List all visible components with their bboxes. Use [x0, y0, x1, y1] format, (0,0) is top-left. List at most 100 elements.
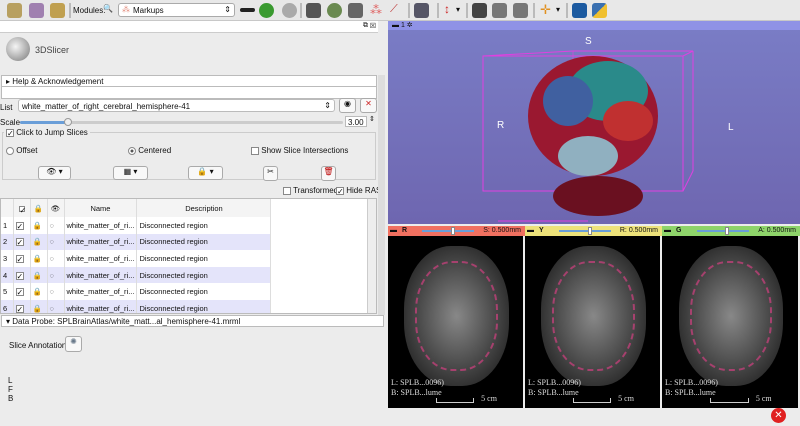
eye-icon[interactable]: ◌	[47, 299, 65, 313]
transformed-checkbox[interactable]: Transformed	[283, 186, 338, 195]
markup-name[interactable]: white_matter_of_ri...	[64, 299, 138, 313]
search-icon[interactable]: 🔍	[103, 4, 113, 13]
panel-scrollbar[interactable]	[378, 75, 385, 315]
scale-slider[interactable]	[20, 118, 343, 126]
eye-icon[interactable]: ◌	[47, 233, 65, 251]
lock-menu-button[interactable]: 🔒 ▾	[188, 166, 223, 180]
markup-name[interactable]: white_matter_of_ri...	[64, 233, 138, 251]
forward-icon[interactable]	[282, 3, 297, 18]
slice-view[interactable]: L: SPLB...0096) B: SPLB...lume 5 cm	[525, 236, 660, 408]
fiducial-icon[interactable]: ✛	[540, 2, 551, 18]
pin-icon[interactable]: ▬	[390, 226, 397, 236]
markup-name[interactable]: white_matter_of_ri...	[64, 250, 138, 267]
markup-description[interactable]: Disconnected region	[136, 250, 272, 267]
lock-icon[interactable]: 🔒	[30, 266, 48, 284]
table-row[interactable]: 3 ✓ 🔒 ◌ white_matter_of_ri... Disconnected re…	[1, 250, 272, 267]
markup-description[interactable]: Disconnected region	[136, 299, 272, 313]
hide-ras-checkbox[interactable]: ✓ Hide RAS	[336, 186, 381, 195]
description-header[interactable]: Description	[136, 199, 272, 217]
markup-name[interactable]: white_matter_of_ri...	[64, 266, 138, 284]
slice-view[interactable]: L: SPLB...0096) B: SPLB...lume 5 cm	[662, 236, 798, 408]
slice-controller[interactable]: ▬ R S: 0.500mm	[388, 226, 525, 236]
help-section[interactable]: ▸ Help & Acknowledgement	[1, 75, 377, 87]
dcm-icon[interactable]	[29, 3, 44, 18]
chevron-down-icon[interactable]: ▾	[456, 5, 460, 14]
module-select[interactable]: ⁂ Markups ⇕	[118, 3, 235, 17]
table-row[interactable]: 5 ✓ 🔒 ◌ white_matter_of_ri... Disconnected re…	[1, 283, 272, 300]
table-row[interactable]: 6 ✓ 🔒 ◌ white_matter_of_ri... Disconnected re…	[1, 299, 272, 313]
slider-handle[interactable]	[64, 118, 73, 126]
save-icon[interactable]	[50, 3, 65, 18]
show-intersections-checkbox[interactable]: Show Slice Intersections	[251, 146, 348, 155]
ruler-icon[interactable]: ⟋	[390, 3, 398, 16]
select-checkbox[interactable]: ✓	[13, 266, 31, 284]
spin-arrows-icon[interactable]: ⇕	[369, 115, 375, 123]
markup-name[interactable]: white_matter_of_ri...	[64, 217, 138, 234]
data-icon[interactable]	[7, 3, 22, 18]
eye-icon[interactable]: ◌	[47, 266, 65, 284]
screenshot-icon[interactable]	[472, 3, 487, 18]
markup-description[interactable]: Disconnected region	[136, 266, 272, 284]
table-row[interactable]: 4 ✓ 🔒 ◌ white_matter_of_ri... Disconnected re…	[1, 266, 272, 284]
scene-icon[interactable]	[492, 3, 507, 18]
3d-view[interactable]: ▬ 1 ✲ S R L	[388, 21, 800, 224]
markup-description[interactable]: Disconnected region	[136, 217, 272, 234]
float-icon[interactable]: ⧉	[363, 22, 368, 30]
view-icon[interactable]	[240, 8, 255, 12]
offset-radio[interactable]: Offset	[6, 146, 37, 155]
list-select[interactable]: white_matter_of_right_cerebral_hemispher…	[18, 99, 335, 112]
data-probe-section[interactable]: ▾ Data Probe: SPLBrainAtlas/white_matt..…	[1, 315, 384, 327]
lock-icon[interactable]: 🔒	[30, 217, 48, 234]
lock-icon[interactable]: 🔒	[30, 283, 48, 300]
close-icon[interactable]: ☒	[370, 22, 376, 30]
slice-controller[interactable]: ▬ Y R: 0.500mm	[525, 226, 662, 236]
slice-offset-slider[interactable]	[559, 227, 612, 235]
color-menu-button[interactable]: ▦ ▾	[113, 166, 148, 180]
pin-icon[interactable]: ▬	[664, 226, 671, 236]
scene-view-icon[interactable]	[513, 3, 528, 18]
select-all-checkbox[interactable]: ✓	[13, 199, 31, 217]
markup-name[interactable]: white_matter_of_ri...	[64, 283, 138, 300]
table-row[interactable]: 1 ✓ 🔒 ◌ white_matter_of_ri... Disconnected re…	[1, 217, 272, 234]
slice-offset-slider[interactable]	[422, 227, 475, 235]
slice-view[interactable]: L: SPLB...0096) B: SPLB...lume 5 cm	[388, 236, 523, 408]
scale-spinbox[interactable]: 3.00	[345, 116, 367, 127]
brain-icon[interactable]	[327, 3, 342, 18]
cube-icon[interactable]	[306, 3, 321, 18]
centered-radio[interactable]: Centered	[128, 146, 171, 155]
select-checkbox[interactable]: ✓	[13, 217, 31, 234]
table-row[interactable]: 2 ✓ 🔒 ◌ white_matter_of_ri... Disconnected re…	[1, 233, 272, 251]
pin-icon[interactable]: ▬	[527, 226, 534, 236]
lock-icon[interactable]: 🔒	[30, 250, 48, 267]
layout-icon[interactable]	[414, 3, 429, 18]
markup-description[interactable]: Disconnected region	[136, 233, 272, 251]
eye-icon[interactable]: ◌	[47, 217, 65, 234]
slice-controller[interactable]: ▬ G A: 0.500mm	[662, 226, 800, 236]
checkbox[interactable]: ✓	[6, 128, 14, 137]
crosshair-arrow-icon[interactable]: ↕	[444, 2, 450, 16]
eye-icon[interactable]: ◌	[47, 250, 65, 267]
slice-annotations-button[interactable]: ✺	[65, 336, 82, 352]
visibility-button[interactable]: ◉	[339, 98, 356, 113]
select-checkbox[interactable]: ✓	[13, 250, 31, 267]
error-log-icon[interactable]: ✕	[771, 408, 786, 423]
lock-icon[interactable]: 🔒	[30, 233, 48, 251]
chevron-down-icon[interactable]: ▾	[556, 5, 560, 14]
back-icon[interactable]	[259, 3, 274, 18]
python-icon[interactable]	[592, 3, 607, 18]
table-scrollbar[interactable]	[367, 199, 376, 313]
extension-icon[interactable]	[572, 3, 587, 18]
eye-icon[interactable]: ◌	[47, 283, 65, 300]
select-checkbox[interactable]: ✓	[13, 299, 31, 313]
delete-list-button[interactable]: ✕	[360, 98, 377, 113]
delete-all-button[interactable]: 🗑	[321, 166, 336, 181]
markup-description[interactable]: Disconnected region	[136, 283, 272, 300]
visibility-menu-button[interactable]: 👁 ▾	[38, 166, 71, 180]
layers-icon[interactable]	[348, 3, 363, 18]
name-header[interactable]: Name	[64, 199, 138, 217]
lock-icon[interactable]: 🔒	[30, 299, 48, 313]
cut-button[interactable]: ✂	[263, 166, 278, 181]
jump-checkbox[interactable]: ✓ Click to Jump Slices	[4, 128, 90, 137]
slice-offset-slider[interactable]	[696, 227, 749, 235]
select-checkbox[interactable]: ✓	[13, 283, 31, 300]
